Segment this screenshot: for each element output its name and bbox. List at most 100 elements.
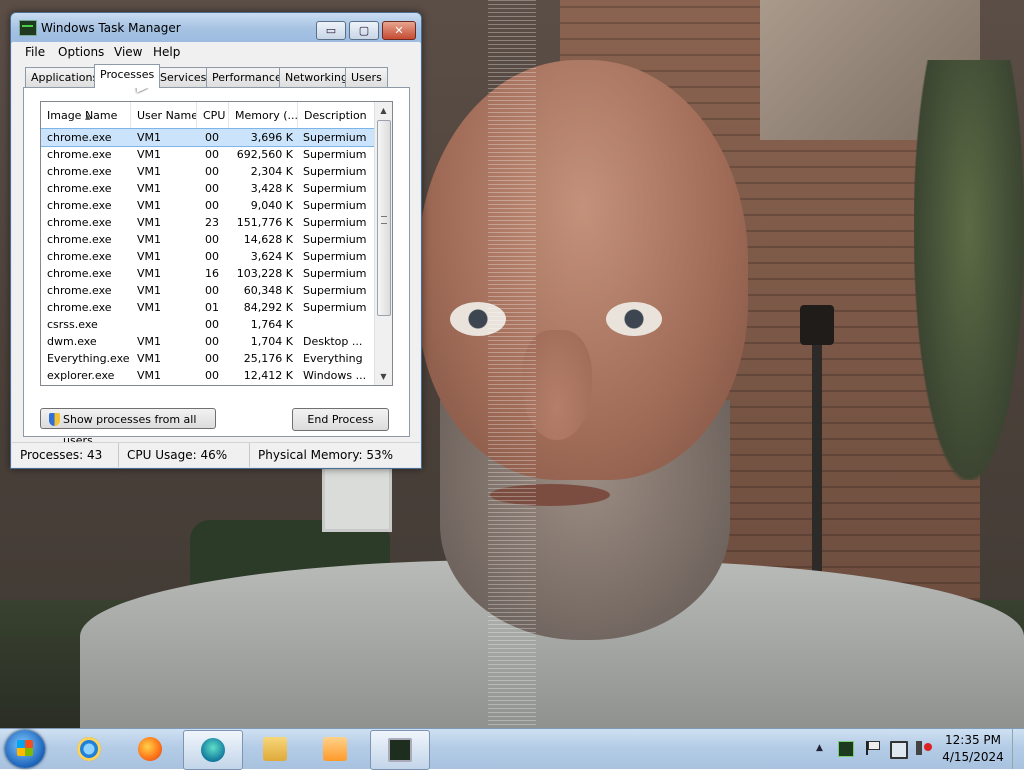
process-user: VM1 [137,233,162,246]
table-row[interactable]: explorer.exe VM1 00 12,412 K Windows ... [41,367,374,384]
table-row[interactable]: chrome.exe VM1 00 3,428 K Supermium [41,180,374,197]
process-description: Supermium [303,165,367,178]
table-row[interactable]: chrome.exe VM1 00 3,624 K Supermium [41,248,374,265]
scrollbar-thumb[interactable] [377,120,391,316]
tab-users[interactable]: Users [345,67,388,87]
taskbar-button[interactable] [60,730,118,768]
taskbar-button[interactable] [183,730,243,770]
clock-date[interactable]: 4/15/2024 [940,750,1006,764]
process-cpu: 00 [205,165,219,178]
taskbar-button[interactable] [246,730,304,768]
tab-services[interactable]: Services [154,67,213,87]
table-row[interactable]: chrome.exe VM1 00 9,040 K Supermium [41,197,374,214]
process-name: chrome.exe [47,199,112,212]
show-all-processes-button[interactable]: Show processes from all users [40,408,216,447]
menu-options[interactable]: Options [58,45,104,59]
minimize-button[interactable]: ▭ [316,21,346,40]
scroll-up-icon[interactable]: ▲ [375,102,392,119]
table-row[interactable]: chrome.exe VM1 00 692,560 K Supermium [41,146,374,163]
process-memory: 9,040 K [250,199,293,212]
show-hidden-icons-icon[interactable]: ▲ [816,743,823,753]
process-name: chrome.exe [47,165,112,178]
process-memory: 60,348 K [243,284,293,297]
process-cpu: 00 [205,335,219,348]
column-cpu[interactable]: CPU [197,102,229,128]
table-row[interactable]: chrome.exe VM1 23 151,776 K Supermium [41,214,374,231]
process-name: explorer.exe [47,369,115,382]
vertical-scrollbar[interactable]: ▲ ▼ [374,102,392,385]
process-cpu: 00 [205,182,219,195]
process-cpu: 00 [205,284,219,297]
menu-bar: File Options View Help [12,42,420,62]
process-cpu: 16 [205,267,219,280]
taskbar: ▲ 12:35 PM 4/15/2024 [0,728,1024,770]
process-description: Supermium [303,199,367,212]
process-description: Supermium [303,148,367,161]
process-cpu: 23 [205,216,219,229]
table-row[interactable]: csrss.exe 00 1,764 K [41,316,374,333]
process-cpu: 00 [205,199,219,212]
process-name: csrss.exe [47,318,98,331]
process-user [137,316,197,333]
process-memory: 84,292 K [243,301,293,314]
process-name: chrome.exe [47,216,112,229]
table-row[interactable]: dwm.exe VM1 00 1,704 K Desktop ... [41,333,374,350]
process-memory: 3,624 K [250,250,293,263]
tab-performance[interactable]: Performance [206,67,288,87]
table-row[interactable]: chrome.exe VM1 16 103,228 K Supermium [41,265,374,282]
process-description: Supermium [303,182,367,195]
process-user: VM1 [137,182,162,195]
process-list[interactable]: ▲ Image Name User Name CPU Memory (... D… [40,101,393,386]
process-user: VM1 [137,352,162,365]
scroll-down-icon[interactable]: ▼ [375,368,392,385]
show-desktop-button[interactable] [1012,729,1024,769]
start-button[interactable] [5,730,45,768]
process-name: chrome.exe [47,131,112,144]
table-row[interactable]: chrome.exe VM1 00 3,696 K Supermium [41,128,375,147]
clock-time[interactable]: 12:35 PM [940,733,1006,747]
tab-applications[interactable]: Applications [25,67,105,87]
process-cpu: 00 [205,352,219,365]
taskbar-button[interactable] [370,730,430,770]
process-memory: 151,776 K [236,216,293,229]
table-row[interactable]: chrome.exe VM1 01 84,292 K Supermium [41,299,374,316]
wallpaper-lamp [800,305,834,345]
table-row[interactable]: chrome.exe VM1 00 60,348 K Supermium [41,282,374,299]
task-manager-icon [388,738,412,762]
process-memory: 1,764 K [250,318,293,331]
process-cpu: 00 [205,233,219,246]
process-memory: 1,704 K [250,335,293,348]
taskbar-button[interactable] [121,730,179,768]
end-process-button[interactable]: End Process [292,408,389,431]
action-center-flag-icon[interactable] [866,741,882,755]
process-cpu: 00 [205,131,219,144]
process-description: Windows ... [303,369,367,382]
task-manager-icon [19,20,37,36]
column-image-name[interactable]: ▲ Image Name [41,102,131,128]
table-row[interactable]: chrome.exe VM1 00 14,628 K Supermium [41,231,374,248]
column-description[interactable]: Description [298,102,374,128]
tab-networking[interactable]: Networking [279,67,354,87]
maximize-button[interactable]: ▢ [349,21,379,40]
process-name: chrome.exe [47,250,112,263]
tab-processes[interactable]: Processes [94,64,161,88]
status-cpu-usage: CPU Usage: 46% [119,443,250,467]
process-user: VM1 [137,165,162,178]
task-manager-tray-icon[interactable] [838,741,854,757]
network-icon[interactable] [890,741,908,759]
task-manager-window: Windows Task Manager ▭ ▢ ✕ File Options … [10,12,422,469]
title-bar[interactable]: Windows Task Manager ▭ ▢ ✕ [11,13,421,43]
column-user-name[interactable]: User Name [131,102,197,128]
menu-file[interactable]: File [25,45,45,59]
process-user: VM1 [137,250,162,263]
taskbar-button[interactable] [306,730,364,768]
menu-view[interactable]: View [114,45,142,59]
process-cpu: 01 [205,301,219,314]
column-memory[interactable]: Memory (... [229,102,298,128]
process-name: chrome.exe [47,284,112,297]
table-row[interactable]: chrome.exe VM1 00 2,304 K Supermium [41,163,374,180]
close-button[interactable]: ✕ [382,21,416,40]
menu-help[interactable]: Help [153,45,180,59]
sort-ascending-icon: ▲ [85,113,91,121]
table-row[interactable]: Everything.exe VM1 00 25,176 K Everything [41,350,374,367]
